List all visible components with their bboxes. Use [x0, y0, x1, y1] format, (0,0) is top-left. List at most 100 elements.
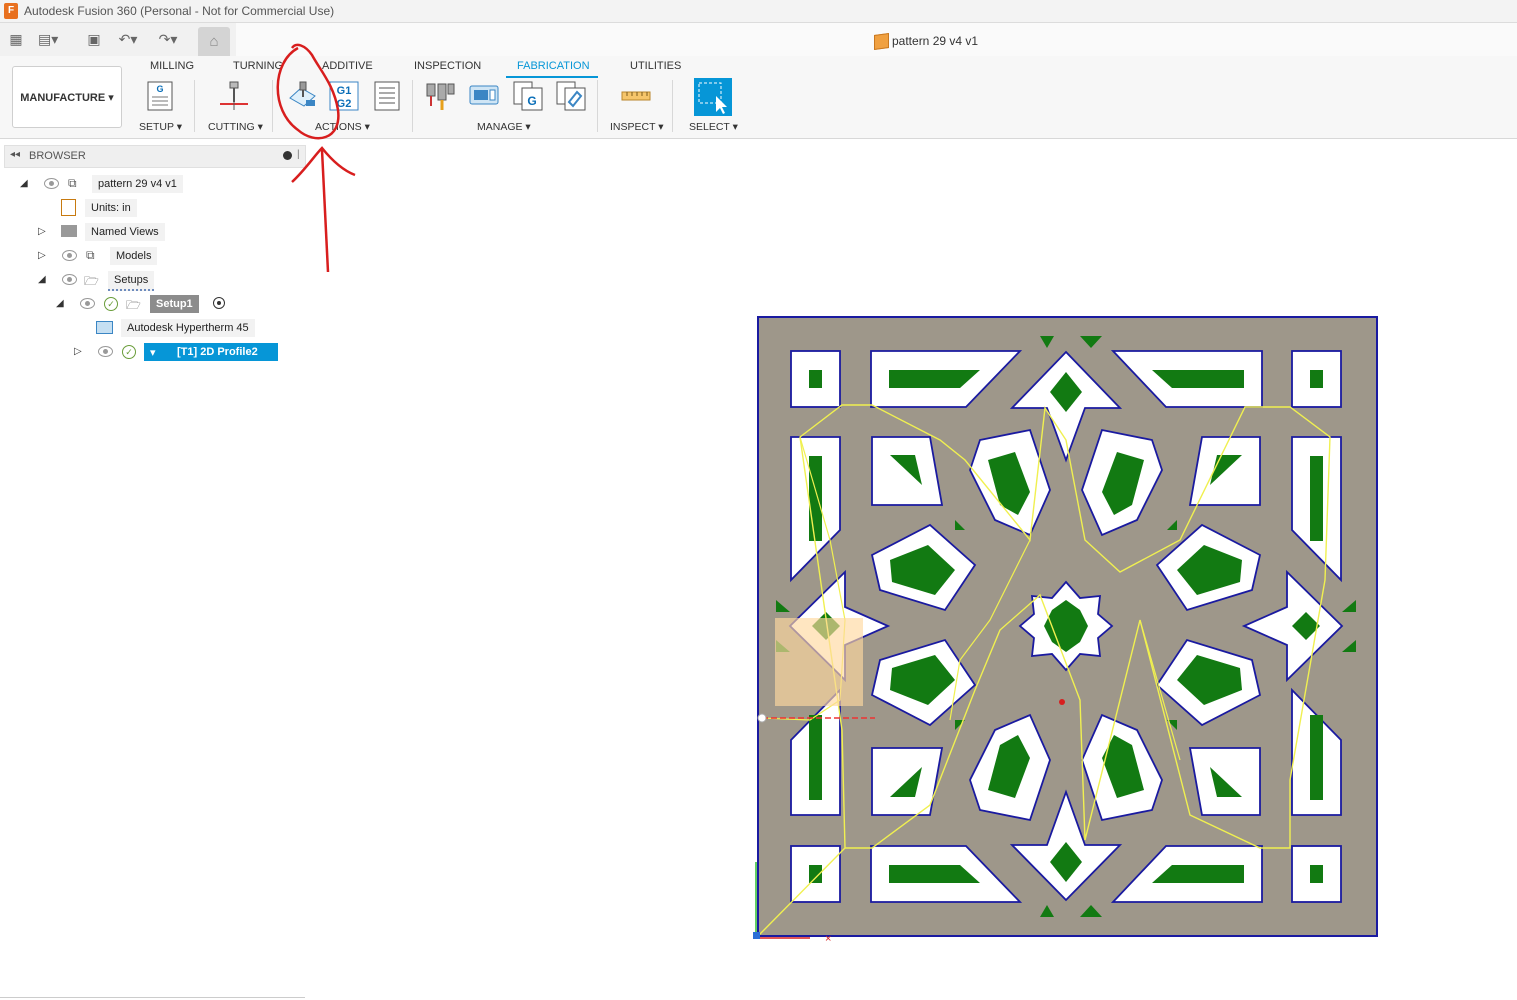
2d-profile-icon[interactable]: [218, 80, 250, 112]
cutout-top-arrow: [1009, 350, 1123, 463]
home-tab-icon[interactable]: ⌂: [198, 27, 230, 56]
cutout-top-left: [870, 350, 1023, 408]
cutout-bottom-left: [870, 845, 1023, 903]
document-label: pattern 29 v4 v1: [92, 175, 183, 193]
cutout-corner-bl: [790, 845, 841, 903]
units-label: Units: in: [85, 199, 137, 217]
visibility-eye-icon[interactable]: [62, 250, 77, 261]
setup-icon[interactable]: G: [145, 80, 177, 112]
cutout-tri-tl: [871, 436, 944, 506]
tab-additive[interactable]: ADDITIVE: [322, 60, 373, 72]
collapse-browser-icon[interactable]: ◂◂: [10, 149, 20, 160]
cutout-tri-tr: [1188, 436, 1261, 506]
center-star: [1018, 580, 1114, 672]
cutout-corner-br: [1291, 845, 1342, 903]
units-document-icon: [61, 199, 76, 216]
expand-triangle-icon[interactable]: ▷: [38, 250, 46, 261]
visibility-eye-icon[interactable]: [44, 178, 59, 189]
cutout-right-upper: [1291, 436, 1342, 583]
document-cube-icon: [874, 32, 889, 51]
toolpath-segment: [949, 539, 1031, 721]
post-process-label-bottom: G2: [337, 98, 352, 110]
expand-triangle-icon[interactable]: ▷: [38, 226, 46, 237]
tab-turning[interactable]: TURNING: [233, 60, 283, 72]
title-bar: F Autodesk Fusion 360 (Personal - Not fo…: [0, 0, 1517, 23]
simulate-icon[interactable]: [287, 80, 319, 112]
models-component-icon: ⧉: [86, 248, 95, 262]
setups-label: Setups: [108, 271, 155, 291]
manage-group-label[interactable]: MANAGE ▾: [477, 121, 531, 133]
cutout-left-upper: [790, 436, 841, 583]
post-library-icon[interactable]: G: [512, 80, 544, 112]
workspace-switcher[interactable]: MANUFACTURE ▾: [12, 66, 122, 128]
active-setup-icon[interactable]: [213, 297, 225, 309]
visibility-eye-icon[interactable]: [98, 346, 113, 357]
hex-1: [969, 428, 1051, 537]
measure-icon[interactable]: [620, 80, 652, 112]
hex-4: [1155, 523, 1262, 612]
cutout-top-right: [1110, 350, 1263, 408]
setup-group-label[interactable]: SETUP ▾: [139, 121, 182, 133]
save-icon[interactable]: ▣: [84, 29, 104, 49]
cutout-tri-bl: [871, 747, 944, 816]
hex-8: [1081, 713, 1163, 822]
file-menu-icon[interactable]: ▤▾: [38, 29, 58, 49]
document-name: pattern 29 v4 v1: [892, 34, 979, 48]
tab-milling[interactable]: MILLING: [150, 60, 194, 72]
tool-position-marker: [1059, 699, 1065, 705]
hex-7: [969, 713, 1051, 822]
post-library-icon-letter: G: [527, 94, 536, 108]
cutout-right-arrow: [1241, 569, 1344, 683]
origin-x-marker-icon: ×: [825, 933, 831, 945]
tab-utilities[interactable]: UTILITIES: [630, 60, 681, 72]
cutout-left-arrow: [788, 569, 891, 683]
models-label: Models: [110, 247, 158, 265]
expand-triangle-icon[interactable]: ▷: [74, 346, 82, 357]
window-title: Autodesk Fusion 360 (Personal - Not for …: [24, 4, 335, 18]
ribbon-separator: [194, 80, 195, 132]
torch-icon: ▾: [150, 347, 156, 359]
browser-bottom-divider: [0, 997, 305, 998]
tab-inspection[interactable]: INSPECTION: [414, 60, 481, 72]
green-regions: [776, 336, 1356, 917]
toolpath: [757, 404, 1331, 937]
2d-profile-text: [T1] 2D Profile2: [177, 346, 258, 358]
cutting-group-label[interactable]: CUTTING ▾: [208, 121, 263, 133]
collapse-triangle-icon[interactable]: ◢: [20, 178, 28, 189]
fusion-logo-icon: F: [4, 3, 18, 19]
valid-check-icon: ✓: [122, 345, 136, 359]
collapse-triangle-icon[interactable]: ◢: [56, 298, 64, 309]
actions-group-label[interactable]: ACTIONS ▾: [315, 121, 370, 133]
template-library-icon[interactable]: [555, 80, 587, 112]
grid-menu-icon[interactable]: ▦: [6, 29, 26, 49]
undo-icon[interactable]: ↶▾: [118, 29, 138, 49]
start-point-marker[interactable]: [757, 713, 767, 723]
machine-icon: [96, 321, 113, 334]
ribbon-separator: [272, 80, 273, 132]
machine-library-icon[interactable]: [468, 80, 500, 112]
redo-icon[interactable]: ↷▾: [158, 29, 178, 49]
named-views-label: Named Views: [85, 223, 165, 241]
setup-sheet-icon[interactable]: [371, 80, 403, 112]
browser-pin-icon[interactable]: |: [297, 149, 300, 160]
collapse-triangle-icon[interactable]: ◢: [38, 274, 46, 285]
select-icon[interactable]: [694, 78, 732, 116]
tool-library-icon[interactable]: [424, 80, 456, 112]
inspect-group-label[interactable]: INSPECT ▾: [610, 121, 664, 133]
cutout-tri-br: [1188, 747, 1261, 816]
workpiece-plate[interactable]: [757, 316, 1378, 937]
hex-6: [1155, 638, 1262, 727]
select-group-label[interactable]: SELECT ▾: [689, 121, 738, 133]
visibility-eye-icon[interactable]: [62, 274, 77, 285]
tab-fabrication[interactable]: FABRICATION: [517, 60, 590, 72]
browser-minimize-icon[interactable]: [283, 151, 292, 160]
component-icon: ⧉: [68, 176, 77, 190]
post-process-icon[interactable]: G1 G2: [328, 80, 360, 112]
visibility-eye-icon[interactable]: [80, 298, 95, 309]
cutout-left-lower: [790, 687, 841, 816]
annotation-arrow-shaft: [320, 149, 330, 273]
cutout-corner-tl: [790, 350, 841, 408]
selection-highlight: [775, 618, 863, 706]
machine-label: Autodesk Hypertherm 45: [121, 319, 255, 337]
ribbon-separator: [597, 80, 598, 132]
